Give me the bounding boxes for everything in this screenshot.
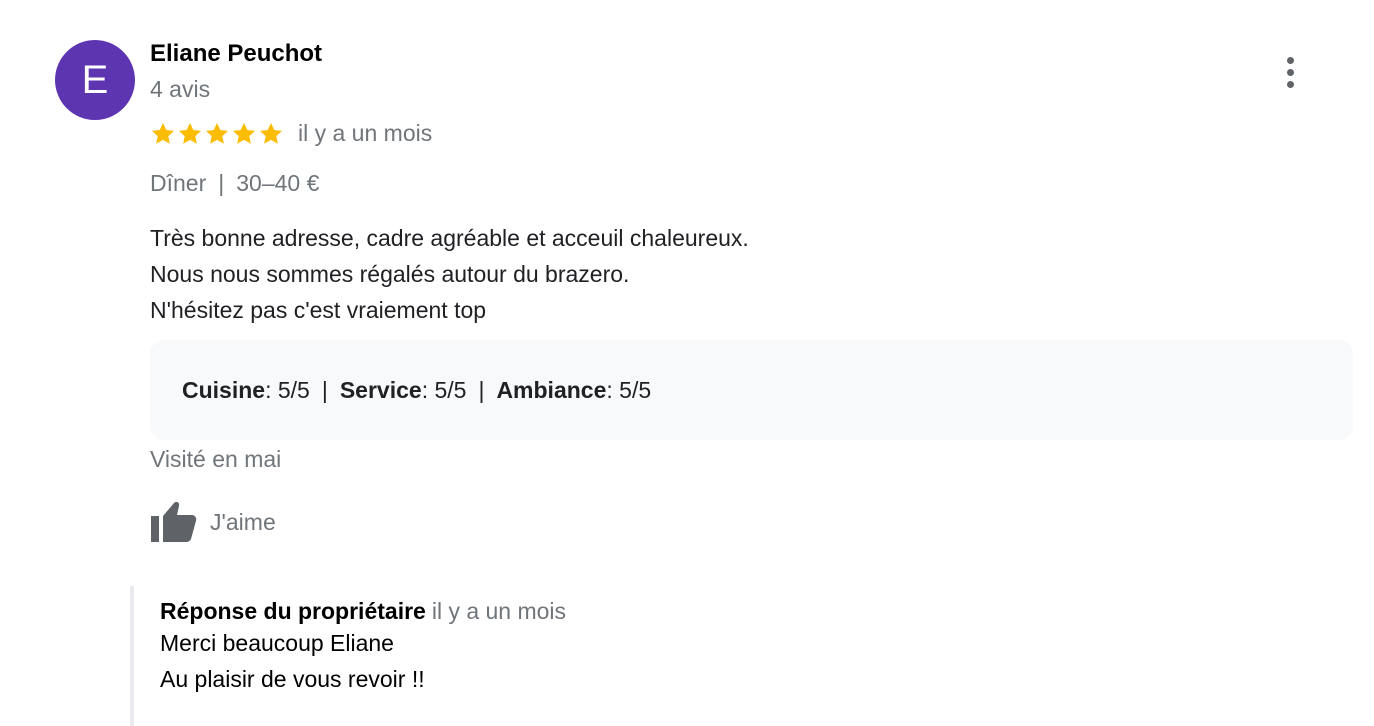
owner-reply: Réponse du propriétaire il y a un mois Me…: [130, 586, 1030, 726]
review-card: E Eliane Peuchot 4 avis il y a un mois D…: [0, 0, 1374, 726]
review-text: Très bonne adresse, cadre agréable et ac…: [150, 220, 749, 328]
star-icon: [205, 122, 229, 144]
review-meta: Dîner | 30–40 €: [150, 170, 319, 197]
star-icon: [151, 122, 175, 144]
more-vert-icon-dot: [1286, 80, 1294, 88]
sub-rating-value-ambiance: : 5/5: [606, 376, 652, 403]
star-icon: [259, 122, 283, 144]
sub-ratings-box: Cuisine : 5/5 | Service : 5/5 | Ambiance…: [150, 340, 1353, 440]
meta-separator: |: [218, 170, 225, 196]
more-vert-icon: [1286, 56, 1294, 64]
review-text-line: Très bonne adresse, cadre agréable et ac…: [150, 225, 749, 251]
review-text-line: Nous nous sommes régalés autour du braze…: [150, 261, 630, 287]
star-icon: [178, 122, 202, 144]
review-date: il y a un mois: [298, 120, 433, 146]
sub-rating-separator: |: [321, 376, 328, 403]
owner-reply-title: Réponse du propriétaire: [160, 598, 426, 624]
sub-rating-label-cuisine: Cuisine: [182, 376, 266, 403]
like-label: J'aime: [210, 508, 276, 535]
author-name[interactable]: Eliane Peuchot: [150, 40, 322, 68]
review-text-line: N'hésitez pas c'est vraiement top: [150, 297, 487, 323]
thumb-up-icon: [151, 502, 197, 542]
visited-date: Visité en mai: [150, 446, 282, 472]
sub-rating-separator: |: [478, 376, 485, 403]
avatar-initial: E: [81, 57, 109, 102]
owner-reply-line: Merci beaucoup Eliane: [160, 630, 394, 656]
sub-rating-value-service: : 5/5: [421, 376, 467, 403]
like-button[interactable]: J'aime: [150, 500, 276, 544]
owner-reply-date: il y a un mois: [431, 598, 567, 624]
author-review-count: 4 avis: [150, 76, 211, 102]
meal-type: Dîner: [150, 170, 207, 196]
sub-rating-label-ambiance: Ambiance: [496, 376, 607, 403]
rating-row: il y a un mois: [150, 120, 432, 147]
sub-rating-value-cuisine: : 5/5: [265, 376, 310, 403]
star-rating: [150, 121, 284, 147]
star-icon: [232, 122, 256, 144]
more-options-button[interactable]: [1274, 52, 1306, 92]
owner-reply-line: Au plaisir de vous revoir !!: [160, 666, 425, 692]
price-range: 30–40 €: [236, 170, 320, 196]
avatar[interactable]: E: [55, 40, 135, 120]
more-vert-icon-dot: [1286, 68, 1294, 76]
sub-rating-label-service: Service: [339, 376, 422, 403]
owner-reply-header: Réponse du propriétaire il y a un mois: [160, 598, 1030, 625]
